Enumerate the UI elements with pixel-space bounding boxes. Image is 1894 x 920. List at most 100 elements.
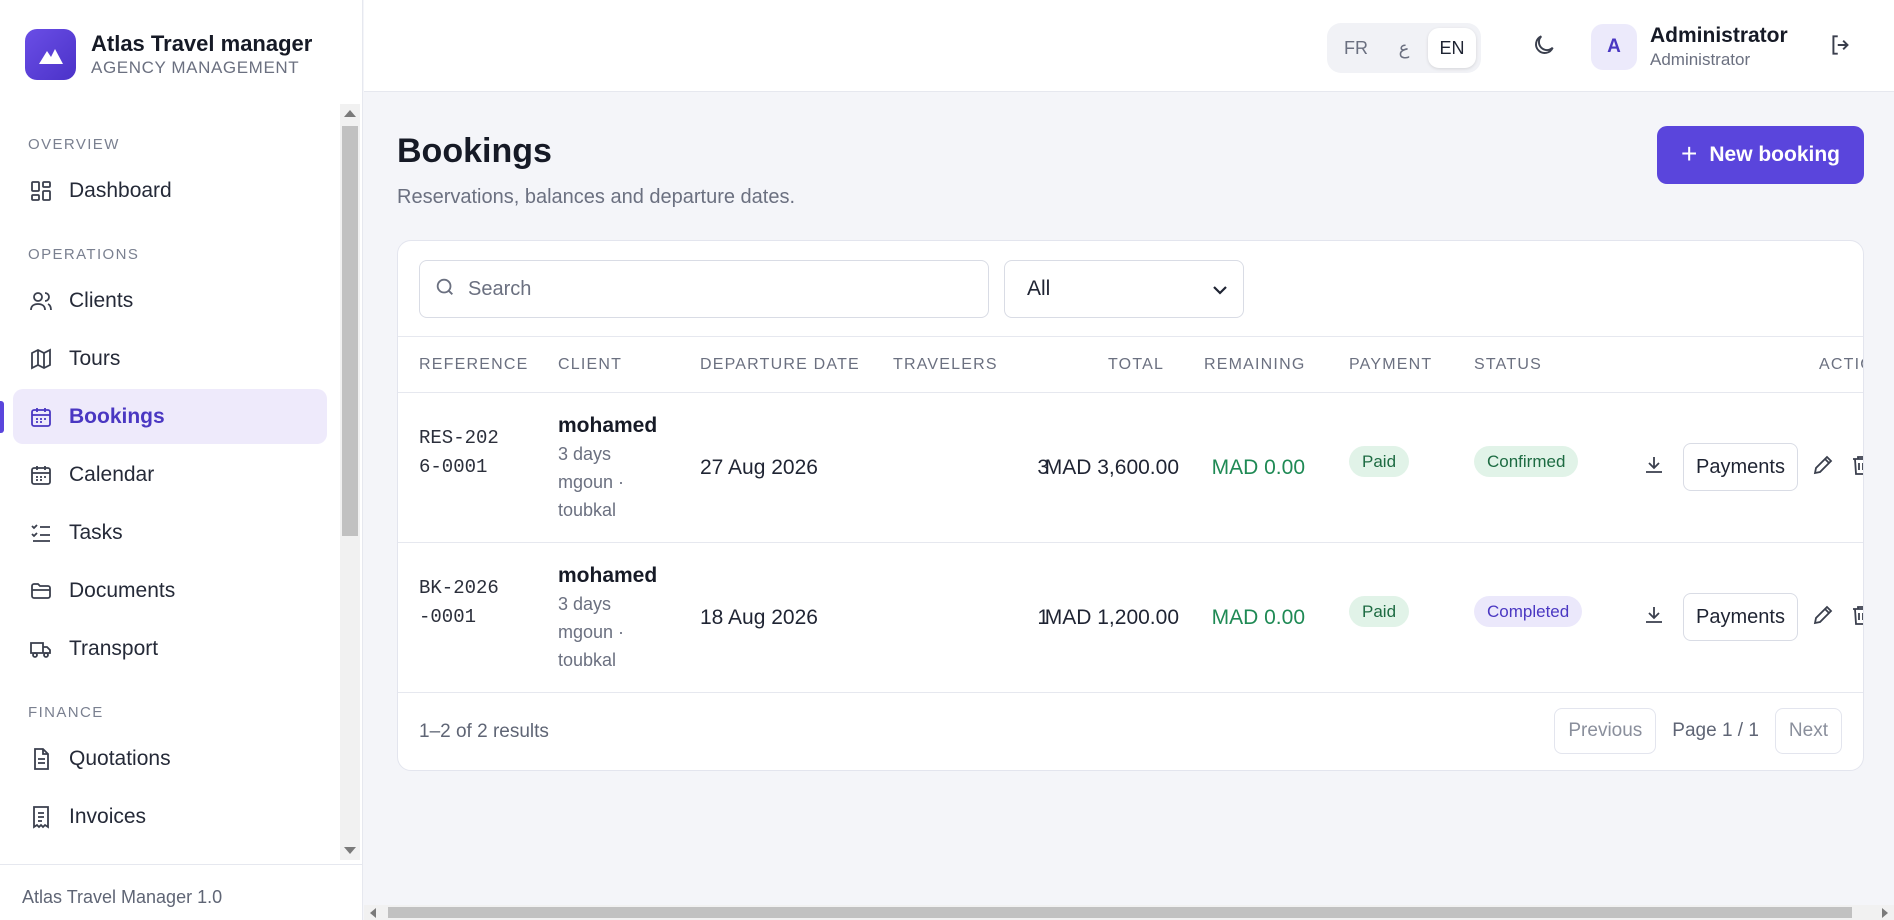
column-header-remaining[interactable]: REMAINING xyxy=(1204,356,1305,374)
folder-icon xyxy=(28,578,54,604)
scrollbar-thumb[interactable] xyxy=(388,907,1852,918)
download-icon xyxy=(1642,453,1666,482)
trash-icon xyxy=(1849,603,1863,632)
search-input[interactable] xyxy=(468,277,968,301)
edit-button[interactable] xyxy=(1808,602,1838,632)
page-indicator: Page 1 / 1 xyxy=(1672,720,1759,741)
sidebar-item-documents[interactable]: Documents xyxy=(13,563,327,618)
column-header-total[interactable]: TOTAL xyxy=(1108,356,1164,374)
sidebar-item-label: Tasks xyxy=(69,520,123,544)
download-button[interactable] xyxy=(1639,452,1669,482)
pencil-icon xyxy=(1811,453,1835,482)
table-header: REFERENCE CLIENT DEPARTURE DATE TRAVELER… xyxy=(398,336,1863,393)
tasks-icon xyxy=(28,520,54,546)
results-summary: 1–2 of 2 results xyxy=(419,721,549,742)
pencil-icon xyxy=(1811,603,1835,632)
user-role: Administrator xyxy=(1650,50,1751,69)
payment-badge: Paid xyxy=(1349,596,1410,627)
dark-mode-toggle[interactable] xyxy=(1527,30,1561,64)
moon-icon xyxy=(1531,32,1557,63)
delete-button[interactable] xyxy=(1846,602,1863,632)
app-subtitle: AGENCY MANAGEMENT xyxy=(91,57,300,77)
users-icon xyxy=(28,288,54,314)
lang-fr-button[interactable]: FR xyxy=(1332,28,1380,68)
column-header-status[interactable]: STATUS xyxy=(1474,356,1542,374)
sidebar-item-calendar[interactable]: Calendar xyxy=(13,447,327,502)
tour-name: 3 days mgoun · toubkal xyxy=(558,444,625,520)
booking-reference: RES-2026-0001 xyxy=(419,427,499,478)
sidebar-item-dashboard[interactable]: Dashboard xyxy=(13,163,327,218)
sidebar-item-clients[interactable]: Clients xyxy=(13,273,327,328)
lang-ar-button[interactable]: ع xyxy=(1380,28,1428,68)
booking-total: MAD 3,600.00 xyxy=(1044,456,1179,479)
plus-icon: + xyxy=(1680,137,1698,169)
column-header-reference[interactable]: REFERENCE xyxy=(419,356,528,374)
sidebar-item-bookings[interactable]: Bookings xyxy=(0,389,327,444)
sidebar-item-quotations[interactable]: Quotations xyxy=(13,731,327,786)
departure-date: 18 Aug 2026 xyxy=(700,606,818,629)
delete-button[interactable] xyxy=(1846,452,1863,482)
booking-reference: BK-2026-0001 xyxy=(419,577,499,628)
sidebar-scrollbar[interactable] xyxy=(340,104,360,860)
download-icon xyxy=(1642,603,1666,632)
sidebar-item-tours[interactable]: Tours xyxy=(13,331,327,386)
scroll-down-icon[interactable] xyxy=(344,847,356,854)
user-menu[interactable]: A Administrator Administrator xyxy=(1591,23,1788,71)
user-name: Administrator xyxy=(1650,24,1788,47)
sidebar-item-label: Bookings xyxy=(69,404,165,428)
client-name[interactable]: mohamed xyxy=(558,412,657,440)
mountain-logo-icon xyxy=(25,29,76,80)
status-filter-select[interactable]: All xyxy=(1004,260,1244,318)
table-row[interactable]: BK-2026-0001 mohamed 3 days mgoun · toub… xyxy=(398,543,1863,693)
lang-en-button[interactable]: EN xyxy=(1428,28,1476,68)
sidebar-item-label: Documents xyxy=(69,578,176,602)
nav-section-finance: FINANCE xyxy=(28,704,104,721)
sidebar-item-label: Tours xyxy=(69,346,121,370)
search-field[interactable] xyxy=(419,260,989,318)
download-button[interactable] xyxy=(1639,602,1669,632)
column-header-travelers[interactable]: TRAVELERS xyxy=(893,356,998,374)
scrollbar-thumb[interactable] xyxy=(342,126,358,536)
nav-section-operations: OPERATIONS xyxy=(28,246,140,263)
page-subtitle: Reservations, balances and departure dat… xyxy=(397,186,796,208)
payments-button[interactable]: Payments xyxy=(1683,443,1798,491)
sidebar-item-label: Transport xyxy=(69,636,159,660)
scroll-left-icon[interactable] xyxy=(370,908,376,918)
nav-section-overview: OVERVIEW xyxy=(28,136,120,153)
search-icon xyxy=(434,276,456,303)
sidebar-nav: OVERVIEW Dashboard OPERATIONS Clients To… xyxy=(0,104,340,860)
sidebar-item-tasks[interactable]: Tasks xyxy=(13,505,327,560)
departure-date: 27 Aug 2026 xyxy=(700,456,818,479)
sidebar: Atlas Travel manager AGENCY MANAGEMENT O… xyxy=(0,0,363,920)
scroll-up-icon[interactable] xyxy=(344,110,356,117)
edit-button[interactable] xyxy=(1808,452,1838,482)
brand[interactable]: Atlas Travel manager AGENCY MANAGEMENT xyxy=(25,29,312,80)
status-filter-value: All xyxy=(1027,277,1051,300)
payment-badge: Paid xyxy=(1349,446,1410,477)
topbar: FR ع EN A Administrator Administrator xyxy=(364,0,1894,92)
page-title: Bookings xyxy=(397,132,552,170)
table-row[interactable]: RES-2026-0001 mohamed 3 days mgoun · tou… xyxy=(398,393,1863,543)
column-header-client[interactable]: CLIENT xyxy=(558,356,622,374)
new-booking-button[interactable]: + New booking xyxy=(1657,126,1864,184)
column-header-payment[interactable]: PAYMENT xyxy=(1349,356,1432,374)
sidebar-item-label: Calendar xyxy=(69,462,155,486)
payments-button[interactable]: Payments xyxy=(1683,593,1798,641)
pagination: Previous Page 1 / 1 Next xyxy=(1554,708,1842,754)
logout-button[interactable] xyxy=(1826,32,1856,62)
dashboard-icon xyxy=(28,178,54,204)
column-header-departure[interactable]: DEPARTURE DATE xyxy=(700,356,860,374)
calendar-icon xyxy=(28,462,54,488)
avatar: A xyxy=(1591,24,1637,70)
client-name[interactable]: mohamed xyxy=(558,562,657,590)
calendar-check-icon xyxy=(28,404,54,430)
next-page-button[interactable]: Next xyxy=(1774,708,1842,754)
previous-page-button[interactable]: Previous xyxy=(1554,708,1657,754)
sidebar-item-transport[interactable]: Transport xyxy=(13,621,327,676)
booking-remaining: MAD 0.00 xyxy=(1211,456,1305,479)
sidebar-item-invoices[interactable]: Invoices xyxy=(13,789,327,844)
horizontal-scrollbar[interactable] xyxy=(364,905,1894,920)
tour-name: 3 days mgoun · toubkal xyxy=(558,594,625,670)
scroll-right-icon[interactable] xyxy=(1882,908,1888,918)
new-booking-label: New booking xyxy=(1709,143,1841,166)
